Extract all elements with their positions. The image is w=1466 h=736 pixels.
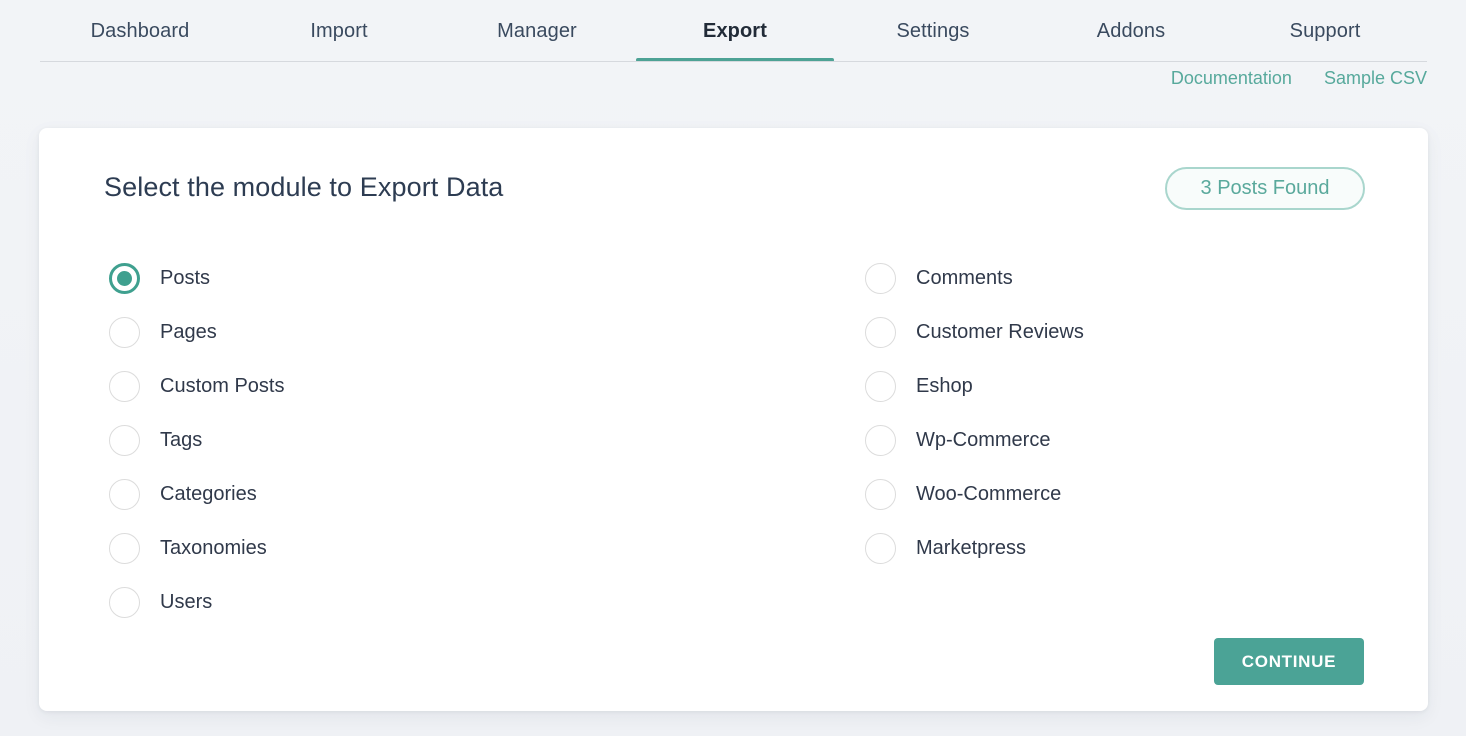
module-options: Posts Pages Custom Posts Tags Categories Taxo… [39, 251, 1428, 629]
nav-tab-label: Manager [497, 20, 577, 43]
radio-option-comments[interactable]: Comments [865, 251, 1365, 305]
nav-tab-label: Settings [896, 20, 969, 43]
nav-tab-settings[interactable]: Settings [834, 0, 1032, 62]
radio-option-label: Taxonomies [160, 537, 267, 560]
radio-option-customer-reviews[interactable]: Customer Reviews [865, 305, 1365, 359]
radio-button-icon[interactable] [109, 317, 140, 348]
radio-option-label: Custom Posts [160, 375, 284, 398]
radio-option-label: Wp-Commerce [916, 429, 1050, 452]
nav-tab-label: Addons [1097, 20, 1165, 43]
radio-option-eshop[interactable]: Eshop [865, 359, 1365, 413]
export-card: Select the module to Export Data 3 Posts… [39, 128, 1428, 711]
nav-divider [40, 61, 1427, 62]
radio-button-icon[interactable] [865, 533, 896, 564]
radio-option-label: Users [160, 591, 212, 614]
radio-option-label: Pages [160, 321, 217, 344]
radio-option-label: Customer Reviews [916, 321, 1084, 344]
radio-button-icon[interactable] [865, 317, 896, 348]
nav-tab-support[interactable]: Support [1230, 0, 1420, 62]
nav-tab-label: Dashboard [91, 20, 190, 43]
secondary-links: Documentation Sample CSV [1171, 68, 1427, 89]
radio-option-taxonomies[interactable]: Taxonomies [109, 521, 799, 575]
nav-tab-label: Support [1290, 20, 1361, 43]
link-documentation[interactable]: Documentation [1171, 68, 1292, 89]
radio-option-label: Eshop [916, 375, 973, 398]
radio-option-label: Posts [160, 267, 210, 290]
radio-option-label: Categories [160, 483, 257, 506]
nav-tab-addons[interactable]: Addons [1032, 0, 1230, 62]
nav-tab-label: Import [310, 20, 367, 43]
radio-option-marketpress[interactable]: Marketpress [865, 521, 1365, 575]
radio-button-icon[interactable] [865, 479, 896, 510]
radio-button-icon[interactable] [109, 587, 140, 618]
radio-option-wp-commerce[interactable]: Wp-Commerce [865, 413, 1365, 467]
options-column-right: Comments Customer Reviews Eshop Wp-Commerce… [865, 251, 1365, 629]
nav-tab-export[interactable]: Export [636, 0, 834, 62]
radio-button-icon[interactable] [109, 425, 140, 456]
options-column-left: Posts Pages Custom Posts Tags Categories Taxo… [109, 251, 799, 629]
nav-tab-manager[interactable]: Manager [438, 0, 636, 62]
radio-option-label: Tags [160, 429, 202, 452]
radio-option-label: Comments [916, 267, 1013, 290]
radio-option-pages[interactable]: Pages [109, 305, 799, 359]
main-nav: Dashboard Import Manager Export Settings Addo… [0, 0, 1466, 62]
radio-option-label: Marketpress [916, 537, 1026, 560]
radio-option-users[interactable]: Users [109, 575, 799, 629]
radio-button-icon[interactable] [109, 263, 140, 294]
radio-button-icon[interactable] [109, 533, 140, 564]
export-page: Dashboard Import Manager Export Settings Addo… [0, 0, 1466, 736]
continue-button[interactable]: CONTINUE [1214, 638, 1364, 685]
radio-option-label: Woo-Commerce [916, 483, 1061, 506]
link-sample-csv[interactable]: Sample CSV [1324, 68, 1427, 89]
card-header: Select the module to Export Data 3 Posts… [39, 128, 1428, 238]
radio-button-icon[interactable] [865, 371, 896, 402]
posts-found-badge: 3 Posts Found [1165, 167, 1365, 210]
radio-option-posts[interactable]: Posts [109, 251, 799, 305]
nav-tab-import[interactable]: Import [240, 0, 438, 62]
nav-tab-dashboard[interactable]: Dashboard [40, 0, 240, 62]
radio-button-icon[interactable] [109, 479, 140, 510]
page-title: Select the module to Export Data [104, 172, 503, 203]
radio-option-tags[interactable]: Tags [109, 413, 799, 467]
radio-option-custom-posts[interactable]: Custom Posts [109, 359, 799, 413]
radio-button-icon[interactable] [865, 425, 896, 456]
radio-option-categories[interactable]: Categories [109, 467, 799, 521]
radio-button-icon[interactable] [865, 263, 896, 294]
radio-button-icon[interactable] [109, 371, 140, 402]
nav-tab-label: Export [703, 20, 767, 43]
radio-option-woo-commerce[interactable]: Woo-Commerce [865, 467, 1365, 521]
